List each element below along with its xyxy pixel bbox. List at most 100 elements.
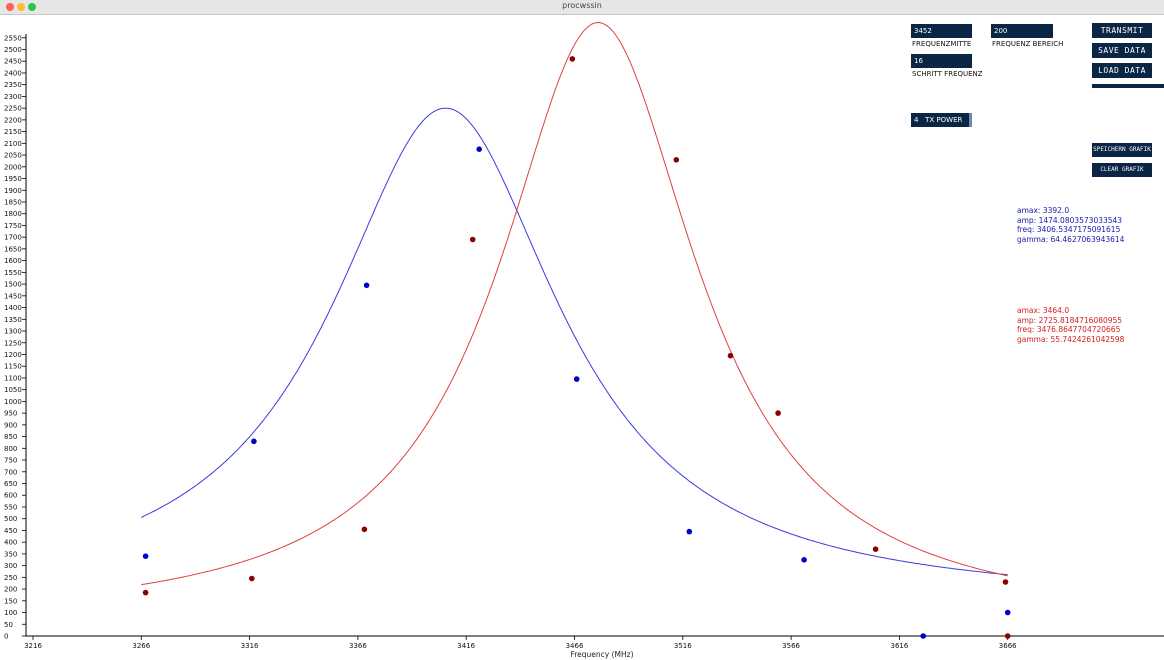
y-tick-label: 1900 [4, 187, 22, 195]
red-amax: amax: 3464.0 [1017, 306, 1070, 315]
red-data-point [249, 575, 255, 582]
freq-range-label: FREQUENZ BEREICH [992, 40, 1064, 48]
y-tick-label: 0 [4, 633, 8, 641]
y-tick-label: 550 [4, 503, 17, 511]
y-tick-label: 2050 [4, 152, 22, 160]
blue-data-point [573, 376, 580, 382]
y-tick-label: 650 [4, 480, 17, 488]
tx-power-label: TX POWER [925, 116, 963, 124]
y-tick-label: 2450 [4, 58, 22, 66]
y-tick-label: 2100 [4, 140, 22, 148]
red-data-point [569, 56, 576, 62]
blue-fit-params: amax: 3392.0 amp: 1474.0803573033543 fre… [1017, 206, 1124, 244]
y-tick-label: 1000 [4, 398, 22, 406]
y-tick-label: 1050 [4, 386, 22, 394]
y-tick-label: 250 [4, 574, 17, 582]
window-title: procwssin [562, 1, 602, 10]
chart-axes: 0 50 100 150 200 250 300 350 400 450 500 550 600 650 7… [4, 34, 1164, 650]
load-data-button[interactable]: LOAD DATA [1092, 63, 1152, 78]
x-tick-label: 3466 [566, 642, 584, 650]
y-tick-label: 1350 [4, 316, 22, 324]
x-axis-label: Frequency (MHz) [570, 650, 633, 659]
y-tick-label: 1800 [4, 210, 22, 218]
y-tick-label: 450 [4, 527, 17, 535]
y-tick-label: 400 [4, 539, 17, 547]
red-data-point [142, 589, 149, 596]
save-data-button[interactable]: SAVE DATA [1092, 43, 1152, 58]
freq-center-input[interactable]: 3452 [911, 24, 972, 38]
step-freq-label: SCHRITT FREQUENZ [912, 70, 983, 78]
tx-power-value: 4 [914, 116, 919, 124]
y-tick-label: 350 [4, 550, 17, 558]
y-tick-label: 2150 [4, 128, 22, 136]
clear-graph-button[interactable]: CLEAR GRAFIK [1092, 163, 1152, 177]
y-tick-label: 200 [4, 586, 17, 594]
y-tick-label: 1700 [4, 234, 22, 242]
red-fit-curve [141, 21, 1008, 586]
red-data-point [673, 157, 680, 163]
blue-data-point [686, 528, 693, 535]
y-tick-label: 500 [4, 515, 17, 523]
y-tick-label: 150 [4, 597, 17, 605]
blue-data-point [1004, 609, 1011, 616]
red-freq: freq: 3476.8647704720665 [1017, 325, 1121, 334]
transmit-button[interactable]: TRANSMIT [1092, 23, 1152, 38]
y-tick-label: 100 [4, 609, 17, 617]
y-tick-label: 1200 [4, 351, 22, 359]
x-tick-label: 3416 [457, 642, 475, 650]
y-tick-label: 1750 [4, 222, 22, 230]
red-data-point [775, 410, 781, 416]
red-gamma: gamma: 55.7424261042598 [1017, 334, 1125, 344]
y-tick-label: 1100 [4, 374, 22, 382]
x-tick-label: 3666 [999, 642, 1017, 650]
freq-center-label: FREQUENZMITTE [912, 40, 972, 48]
y-tick-label: 900 [4, 421, 17, 429]
y-tick-label: 950 [4, 410, 17, 418]
red-data-point [361, 526, 368, 533]
y-tick-label: 1250 [4, 339, 22, 347]
y-tick-label: 2500 [4, 46, 22, 54]
y-tick-label: 2250 [4, 105, 22, 113]
blue-data-point [920, 633, 926, 639]
freq-range-input[interactable]: 200 [991, 24, 1053, 38]
fit-curves [141, 21, 1008, 586]
save-graph-button[interactable]: SPEICHERN GRAFIK [1092, 143, 1152, 157]
y-tick-label: 300 [4, 562, 17, 570]
blue-fit-curve [141, 107, 1008, 576]
x-tick-label: 3516 [674, 642, 692, 650]
y-tick-label: 1500 [4, 281, 22, 289]
blue-gamma: gamma: 64.4627063943614 [1017, 234, 1125, 244]
blue-data-point [363, 282, 370, 289]
blue-data-point [476, 146, 483, 152]
y-tick-label: 2550 [4, 34, 22, 42]
y-tick-label: 2200 [4, 116, 22, 124]
y-tick-label: 2350 [4, 81, 22, 89]
x-tick-label: 3566 [782, 642, 800, 650]
red-data-point [727, 352, 734, 359]
red-data-point [1004, 633, 1011, 639]
window-titlebar: procwssin [0, 0, 1164, 15]
y-tick-label: 1400 [4, 304, 22, 312]
y-tick-label: 1300 [4, 328, 22, 336]
y-tick-label: 2400 [4, 69, 22, 77]
tx-power-slider[interactable]: 4 TX POWER [911, 113, 972, 127]
blue-data-point [251, 438, 257, 445]
y-tick-label: 700 [4, 468, 17, 476]
step-freq-input[interactable]: 16 [911, 54, 972, 68]
file-path-field[interactable] [1092, 84, 1164, 88]
blue-freq: freq: 3406.5347175091615 [1017, 225, 1121, 234]
y-tick-label: 600 [4, 492, 17, 500]
red-amp: amp: 2725.8184716080955 [1017, 315, 1123, 325]
y-tick-label: 2300 [4, 93, 22, 101]
y-tick-label: 1850 [4, 198, 22, 206]
blue-amp: amp: 1474.0803573033543 [1017, 215, 1123, 225]
y-tick-label: 1550 [4, 269, 22, 277]
y-tick-label: 1600 [4, 257, 22, 265]
blue-amax: amax: 3392.0 [1017, 206, 1070, 215]
red-data-point [872, 546, 879, 552]
y-tick-label: 850 [4, 433, 17, 441]
x-tick-label: 3216 [24, 642, 42, 650]
x-tick-label: 3366 [349, 642, 367, 650]
blue-data-point [801, 557, 807, 563]
y-tick-label: 50 [4, 621, 13, 629]
